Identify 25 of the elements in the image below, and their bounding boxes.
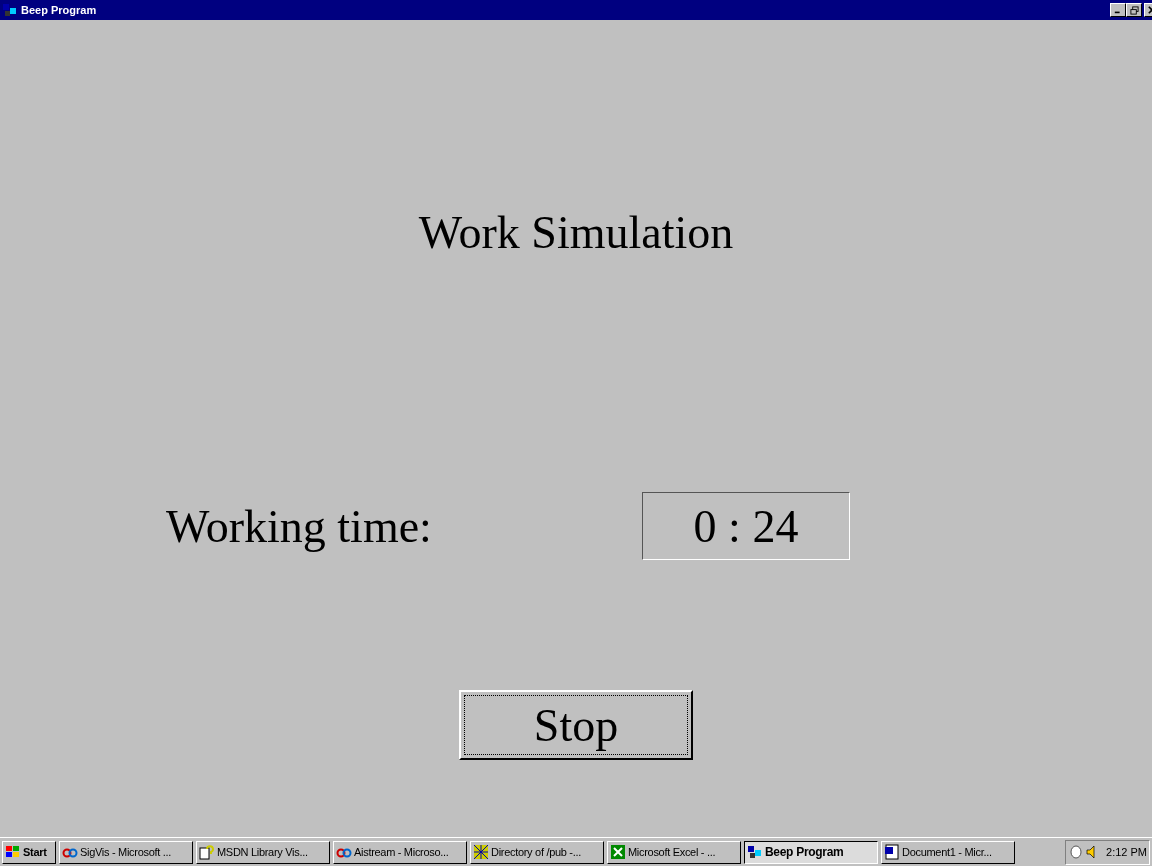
maximize-button[interactable] [1126, 3, 1142, 17]
document-icon [884, 844, 900, 860]
taskbar-button[interactable]: Directory of /pub -... [470, 840, 604, 864]
heading: Work Simulation [418, 206, 734, 259]
taskbar-button[interactable]: Aistream - Microso... [333, 840, 467, 864]
mouse-icon[interactable] [1068, 844, 1085, 860]
taskbar-button[interactable]: MSDN Library Vis... [196, 840, 330, 864]
app-icon [2, 2, 18, 18]
restore-icon [1129, 5, 1139, 15]
minimize-button[interactable] [1110, 3, 1126, 17]
windows-logo-icon [5, 844, 21, 860]
clock: 2:12 PM [1106, 846, 1147, 858]
help-file-icon [199, 844, 215, 860]
taskbar-button[interactable]: Beep Program [744, 840, 878, 864]
start-button[interactable]: Start [2, 840, 56, 864]
window-title: Beep Program [21, 4, 98, 16]
stop-button[interactable]: Stop [459, 690, 693, 760]
web-icon [473, 844, 489, 860]
taskbar-button[interactable]: Document1 - Micr... [881, 840, 1015, 864]
taskbar-button[interactable]: Microsoft Excel - ... [607, 840, 741, 864]
timer-label: Working time: [166, 499, 432, 553]
timer-display: 0 : 24 [642, 492, 850, 560]
spreadsheet-icon [610, 844, 626, 860]
app-icon [747, 844, 763, 860]
taskbar-button[interactable]: SigVis - Microsoft ... [59, 840, 193, 864]
